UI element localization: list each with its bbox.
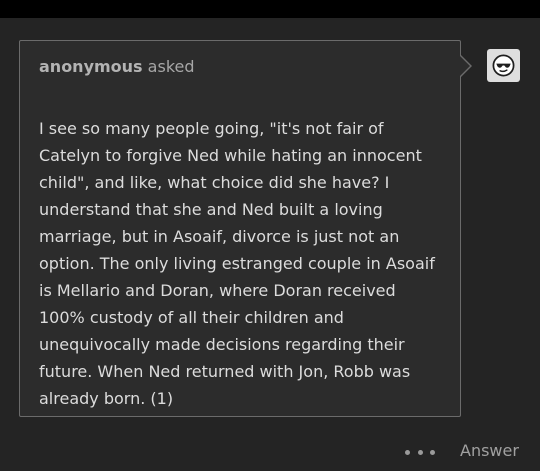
asker-line: anonymous asked bbox=[39, 57, 195, 76]
dot bbox=[417, 449, 423, 455]
asked-label: asked bbox=[147, 57, 195, 76]
ask-card: anonymous asked I see so many people goi… bbox=[19, 40, 461, 417]
avatar[interactable] bbox=[487, 49, 520, 82]
dot bbox=[405, 449, 410, 455]
question-text: I see so many people going, "it's not fa… bbox=[39, 119, 435, 408]
dot bbox=[430, 449, 435, 455]
answer-button[interactable]: Answer bbox=[460, 441, 519, 460]
anonymous-sunglasses-face-icon bbox=[492, 54, 515, 77]
top-bar bbox=[0, 0, 540, 18]
asker-name[interactable]: anonymous bbox=[39, 57, 143, 76]
more-dots-icon[interactable] bbox=[405, 443, 435, 461]
card-pointer-fill bbox=[460, 56, 470, 76]
